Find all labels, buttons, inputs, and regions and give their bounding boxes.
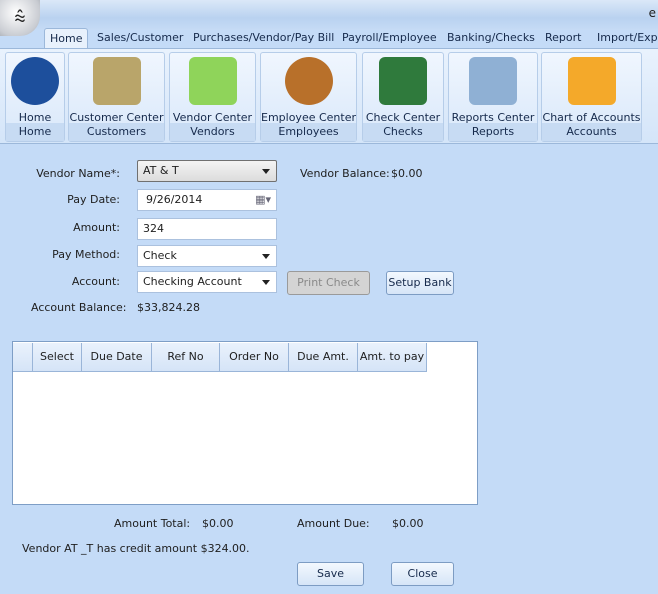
pay-method-select[interactable]: Check [137, 245, 277, 267]
accounts-folder-icon [567, 57, 616, 105]
column-header-order-no[interactable]: Order No [220, 343, 289, 372]
ribbon-group-label: Home [6, 123, 64, 141]
calendar-icon[interactable]: ▦▾ [255, 190, 271, 210]
column-header-ref-no[interactable]: Ref No [152, 343, 220, 372]
tab-import-expo[interactable]: Import/Expo [592, 28, 658, 49]
chevron-down-icon [262, 280, 270, 285]
ribbon-accounts-button[interactable]: Chart of Accounts Accounts [541, 52, 642, 142]
amount-total-value: $0.00 [202, 517, 234, 530]
tab-purchases-vendor-pay-bill[interactable]: Purchases/Vendor/Pay Bill [188, 28, 339, 49]
column-header-amt-to-pay[interactable]: Amt. to pay [358, 343, 427, 372]
pay-method-label: Pay Method: [52, 248, 120, 261]
pay-date-value: 9/26/2014 [146, 193, 203, 206]
tab-banking-checks[interactable]: Banking/Checks [442, 28, 540, 49]
title-bar [0, 0, 658, 30]
ribbon-vendors-button[interactable]: Vendor Center Vendors [169, 52, 256, 142]
home-icon [11, 57, 59, 105]
chevron-down-icon [262, 169, 270, 174]
vendor-balance-value: $0.00 [391, 167, 423, 180]
pay-date-label: Pay Date: [67, 193, 120, 206]
customer-folder-icon [92, 57, 141, 105]
ribbon: Home Home Customer Center Customers Vendor C… [0, 48, 658, 144]
vendor-book-icon [188, 57, 237, 105]
window-title: e [648, 6, 656, 20]
save-button[interactable]: Save [297, 562, 364, 586]
ribbon-group-label: Reports [449, 123, 537, 141]
amount-due-label: Amount Due: [297, 517, 370, 530]
ribbon-tabs: Home Sales/Customer Purchases/Vendor/Pay B… [0, 28, 658, 49]
account-select[interactable]: Checking Account [137, 271, 277, 293]
bills-grid[interactable]: Select Due Date Ref No Order No Due Amt. Amt.… [12, 341, 478, 505]
chevron-down-icon [262, 254, 270, 259]
ribbon-employees-button[interactable]: Employee Center Employees [260, 52, 357, 142]
amount-due-value: $0.00 [392, 517, 424, 530]
vendor-balance-label: Vendor Balance: [300, 167, 390, 180]
ribbon-group-label: Customers [69, 123, 164, 141]
amount-total-label: Amount Total: [114, 517, 191, 530]
ribbon-group-label: Checks [363, 123, 443, 141]
column-header-due-amt[interactable]: Due Amt. [289, 343, 358, 372]
vendor-name-value: AT & T [143, 164, 179, 177]
amount-input[interactable]: 324 [137, 218, 277, 240]
credit-message: Vendor AT _T has credit amount $324.00. [22, 542, 250, 555]
ribbon-group-label: Accounts [542, 123, 641, 141]
account-label: Account: [71, 275, 120, 288]
ribbon-group-label: Employees [261, 123, 356, 141]
tab-report[interactable]: Report [540, 28, 586, 49]
column-header-due-date[interactable]: Due Date [82, 343, 152, 372]
pay-date-picker[interactable]: 9/26/2014 ▦▾ [137, 189, 277, 211]
column-header-select[interactable]: Select [33, 343, 82, 372]
ribbon-group-label: Vendors [170, 123, 255, 141]
pay-method-value: Check [143, 249, 177, 262]
vendor-name-label: Vendor Name*: [36, 167, 120, 180]
reports-binder-icon [469, 57, 517, 105]
employee-group-icon [284, 57, 333, 105]
checkbook-icon [379, 57, 427, 105]
ribbon-customers-button[interactable]: Customer Center Customers [68, 52, 165, 142]
ribbon-checks-button[interactable]: Check Center Checks [362, 52, 444, 142]
setup-bank-button[interactable]: Setup Bank [386, 271, 454, 295]
print-check-button[interactable]: Print Check [287, 271, 370, 295]
account-balance-value: $33,824.28 [137, 301, 200, 314]
close-button[interactable]: Close [391, 562, 454, 586]
row-header-corner [13, 343, 33, 372]
account-balance-label: Account Balance: [31, 301, 127, 314]
account-value: Checking Account [143, 275, 242, 288]
tab-sales-customer[interactable]: Sales/Customer [92, 28, 188, 49]
amount-label: Amount: [73, 221, 120, 234]
vendor-name-select[interactable]: AT & T [137, 160, 277, 182]
tab-home[interactable]: Home [44, 28, 89, 49]
ribbon-home-button[interactable]: Home Home [5, 52, 65, 142]
ribbon-reports-button[interactable]: Reports Center Reports [448, 52, 538, 142]
tab-payroll-employee[interactable]: Payroll/Employee [337, 28, 442, 49]
